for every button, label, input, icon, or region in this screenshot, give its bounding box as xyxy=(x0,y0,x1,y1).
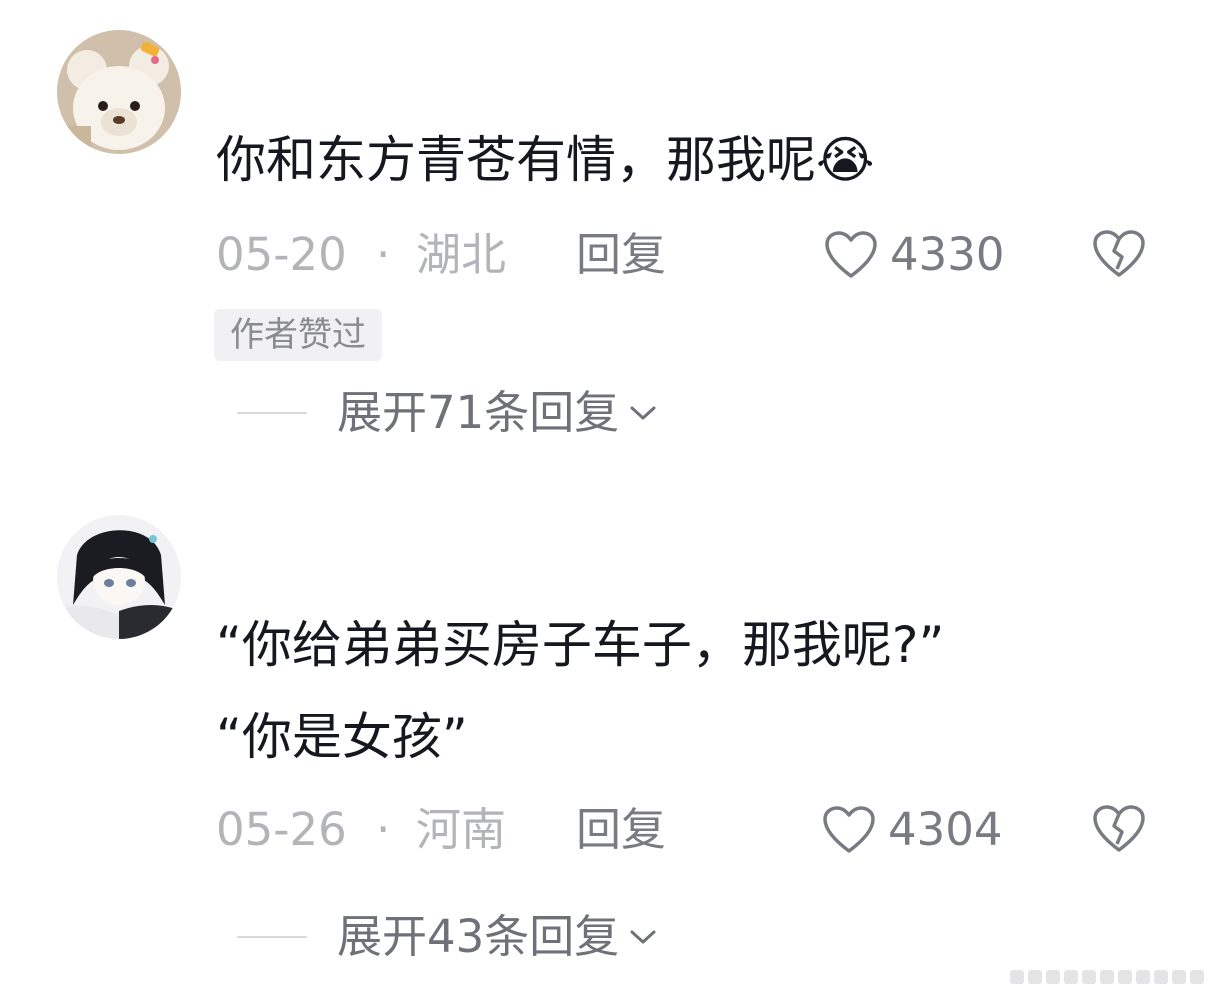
reply-button[interactable]: 回复 xyxy=(576,800,666,860)
dislike-button[interactable] xyxy=(1092,229,1146,294)
expand-replies-label: 展开71条回复 xyxy=(337,386,620,439)
watermark xyxy=(1010,970,1204,984)
comment-item: “你给弟弟买房子车子，那我呢?” “你是女孩” 05-26 · 河南 回复 43… xyxy=(0,480,1216,1000)
expand-replies-button[interactable]: 展开43条回复 xyxy=(237,907,659,967)
meta-separator: · xyxy=(376,803,391,856)
like-count: 4330 xyxy=(890,228,1005,281)
expand-replies-button[interactable]: 展开71条回复 xyxy=(237,383,659,443)
chevron-down-icon xyxy=(630,930,656,944)
meta-separator: · xyxy=(376,228,391,281)
comment-meta: 05-20 · 湖北 回复 4330 xyxy=(216,225,1176,285)
comment-text-line: “你给弟弟买房子车子，那我呢?” xyxy=(216,616,945,674)
divider-line xyxy=(237,936,307,938)
heart-icon xyxy=(825,231,877,278)
expand-replies-label: 展开43条回复 xyxy=(337,910,620,963)
broken-heart-icon xyxy=(1093,805,1145,852)
dislike-button[interactable] xyxy=(1092,804,1146,869)
comment-region: 湖北 xyxy=(416,228,507,281)
like-button[interactable]: 4330 xyxy=(824,225,1005,285)
like-button[interactable]: 4304 xyxy=(822,800,1003,860)
comment-meta: 05-26 · 河南 回复 4304 xyxy=(216,800,1176,860)
user-avatar[interactable] xyxy=(57,515,181,639)
comment-item: 你和东方青苍有情，那我呢😭 05-20 · 湖北 回复 4330 作者赞过 展开… xyxy=(0,0,1216,480)
user-avatar[interactable] xyxy=(57,30,181,154)
divider-line xyxy=(237,412,307,414)
author-liked-badge: 作者赞过 xyxy=(214,309,382,361)
anime-character-icon xyxy=(57,515,181,639)
reply-button[interactable]: 回复 xyxy=(576,225,666,285)
comment-text-line: “你是女孩” xyxy=(216,708,468,766)
like-count: 4304 xyxy=(888,803,1003,856)
chevron-down-icon xyxy=(630,406,656,420)
comment-date: 05-20 xyxy=(216,228,347,281)
teddy-bear-icon xyxy=(57,30,181,154)
broken-heart-icon xyxy=(1093,230,1145,277)
comment-text: 你和东方青苍有情，那我呢😭 xyxy=(216,131,875,189)
comment-date: 05-26 xyxy=(216,803,347,856)
comment-region: 河南 xyxy=(416,803,507,856)
heart-icon xyxy=(823,806,875,853)
